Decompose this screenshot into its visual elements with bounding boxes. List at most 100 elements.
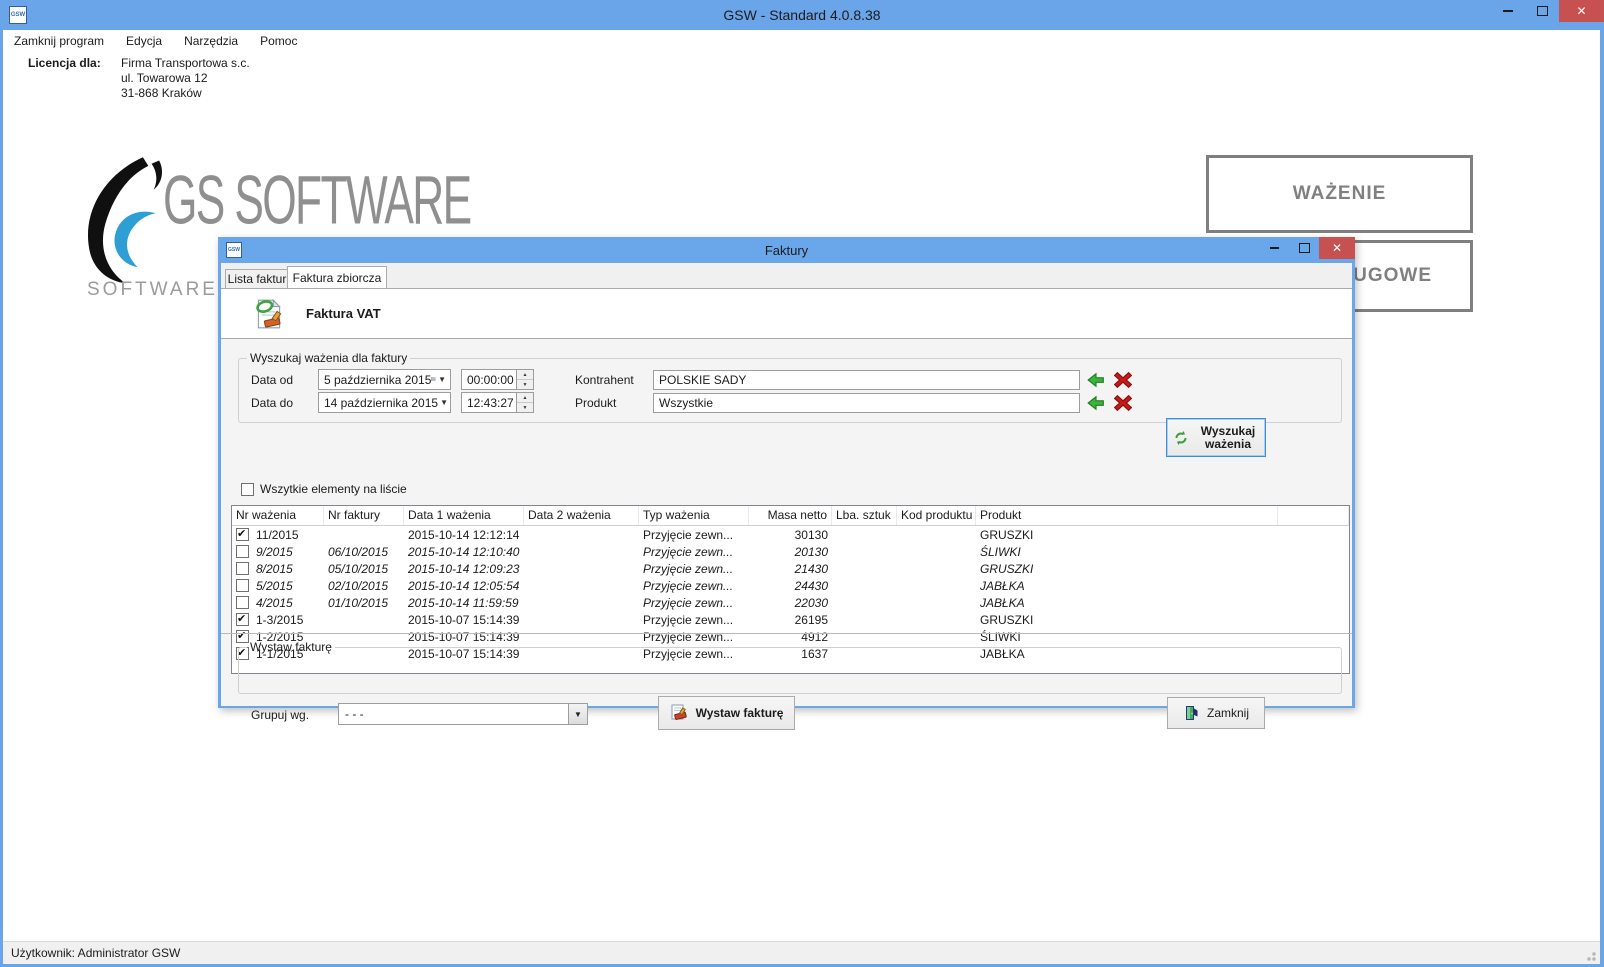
cell-typ: Przyjęcie zewn... bbox=[639, 596, 749, 610]
cell-data1: 2015-10-14 11:59:59 bbox=[404, 596, 524, 610]
table-row[interactable]: 5/201502/10/20152015-10-14 12:05:54Przyj… bbox=[232, 577, 1349, 594]
column-header-7[interactable]: Lba. sztuk bbox=[832, 506, 897, 525]
status-user-text: Użytkownik: Administrator GSW bbox=[11, 946, 180, 960]
cell-typ: Przyjęcie zewn... bbox=[639, 528, 749, 542]
spin-down-icon[interactable]: ▼ bbox=[517, 380, 533, 389]
menu-bar: Zamknij program Edycja Narzędzia Pomoc bbox=[3, 30, 1600, 52]
row-checkbox[interactable] bbox=[236, 545, 249, 558]
chevron-down-icon[interactable]: ▼ bbox=[440, 398, 448, 407]
cell-masa: 21430 bbox=[749, 562, 832, 576]
dialog-maximize-button[interactable] bbox=[1289, 237, 1319, 259]
maximize-button[interactable] bbox=[1525, 0, 1559, 22]
column-header-1[interactable]: Nr ważenia bbox=[232, 506, 324, 525]
column-header-5[interactable]: Typ ważenia bbox=[639, 506, 749, 525]
column-header-empty bbox=[1278, 506, 1349, 525]
column-header-3[interactable]: Data 1 ważenia bbox=[404, 506, 524, 525]
menu-pomoc[interactable]: Pomoc bbox=[249, 34, 308, 48]
row-checkbox[interactable] bbox=[236, 562, 249, 575]
column-header-8[interactable]: Kod produktu bbox=[897, 506, 976, 525]
chevron-down-icon[interactable]: ▼ bbox=[568, 704, 587, 724]
kontrahent-label: Kontrahent bbox=[575, 373, 634, 387]
tab-page: Faktura VAT Wyszukaj ważenia dla faktury… bbox=[221, 288, 1352, 706]
wystaw-fakture-button[interactable]: Wystaw fakturę bbox=[658, 696, 795, 730]
door-icon bbox=[1183, 705, 1199, 721]
cell-typ: Przyjęcie zewn... bbox=[639, 579, 749, 593]
menu-edycja[interactable]: Edycja bbox=[115, 34, 173, 48]
dialog-minimize-button[interactable] bbox=[1259, 237, 1289, 259]
row-checkbox[interactable] bbox=[236, 579, 249, 592]
resize-grip-icon bbox=[1584, 949, 1596, 961]
faktury-dialog: GSW Faktury ✕ Lista faktur Faktura zbior… bbox=[218, 237, 1355, 708]
table-row[interactable]: 8/201505/10/20152015-10-14 12:09:23Przyj… bbox=[232, 560, 1349, 577]
menu-zamknij-program[interactable]: Zamknij program bbox=[3, 34, 115, 48]
date-from-picker[interactable]: 5 października 2015 ▼ bbox=[318, 369, 451, 390]
cell-data1: 2015-10-14 12:12:14 bbox=[404, 528, 524, 542]
license-panel: Licencja dla: Firma Transportowa s.c. ul… bbox=[3, 51, 1600, 134]
dialog-close-button[interactable]: ✕ bbox=[1319, 237, 1355, 259]
produkt-input[interactable]: Wszystkie bbox=[653, 393, 1080, 413]
date-to-label: Data do bbox=[251, 396, 293, 410]
clear-kontrahent-x-icon[interactable] bbox=[1114, 371, 1132, 389]
group-by-label: Grupuj wg. bbox=[251, 708, 309, 722]
pick-kontrahent-arrow-icon[interactable] bbox=[1087, 371, 1105, 389]
titlebar: GSW GSW - Standard 4.0.8.38 ✕ bbox=[0, 0, 1604, 30]
logo-title: GS SOFTWARE bbox=[163, 161, 471, 240]
column-header-2[interactable]: Nr faktury bbox=[324, 506, 404, 525]
dialog-title: Faktury bbox=[218, 243, 1355, 258]
clear-produkt-x-icon[interactable] bbox=[1114, 394, 1132, 412]
minimize-button[interactable] bbox=[1491, 0, 1525, 22]
tab-strip: Lista faktur Faktura zbiorcza bbox=[221, 265, 1352, 288]
zamknij-button[interactable]: Zamknij bbox=[1167, 697, 1265, 729]
spin-down-icon[interactable]: ▼ bbox=[517, 403, 533, 412]
license-lines: Firma Transportowa s.c. ul. Towarowa 12 … bbox=[121, 56, 250, 101]
row-checkbox[interactable] bbox=[236, 528, 249, 541]
status-bar: Użytkownik: Administrator GSW bbox=[3, 941, 1600, 964]
stamp-icon bbox=[670, 704, 688, 722]
time-from-field[interactable]: 00:00:00 ▲▼ bbox=[461, 369, 534, 390]
cell-produkt: GRUSZKI bbox=[976, 528, 1278, 542]
spin-up-icon[interactable]: ▲ bbox=[517, 393, 533, 403]
table-row[interactable]: 11/20152015-10-14 12:12:14Przyjęcie zewn… bbox=[232, 526, 1349, 543]
date-to-picker[interactable]: 14 października 2015 ▼ bbox=[318, 392, 451, 413]
cell-faktura: 01/10/2015 bbox=[324, 596, 404, 610]
tab-faktura-zbiorcza[interactable]: Faktura zbiorcza bbox=[287, 266, 387, 288]
table-row[interactable]: 4/201501/10/20152015-10-14 11:59:59Przyj… bbox=[232, 594, 1349, 611]
table-header: Nr ważeniaNr fakturyData 1 ważeniaData 2… bbox=[232, 506, 1349, 526]
date-from-label: Data od bbox=[251, 373, 293, 387]
cell-produkt: ŚLIWKI bbox=[976, 545, 1278, 559]
time-from-spinner[interactable]: ▲▼ bbox=[516, 370, 533, 389]
cell-typ: Przyjęcie zewn... bbox=[639, 562, 749, 576]
select-all-label: Wszytkie elementy na liście bbox=[260, 482, 407, 496]
select-all-checkbox[interactable] bbox=[241, 483, 254, 496]
cell-masa: 22030 bbox=[749, 596, 832, 610]
kontrahent-input[interactable]: POLSKIE SADY bbox=[653, 370, 1080, 390]
time-to-field[interactable]: 12:43:27 ▲▼ bbox=[461, 392, 534, 413]
window-title: GSW - Standard 4.0.8.38 bbox=[0, 7, 1604, 23]
banner-title: Faktura VAT bbox=[306, 306, 381, 321]
wazenie-button[interactable]: WAŻENIE bbox=[1206, 155, 1473, 233]
chevron-down-icon[interactable]: ▼ bbox=[438, 375, 446, 384]
row-checkbox[interactable] bbox=[236, 596, 249, 609]
close-button[interactable]: ✕ bbox=[1559, 0, 1604, 22]
table-row[interactable]: 1-3/20152015-10-07 15:14:39Przyjęcie zew… bbox=[232, 611, 1349, 628]
cell-masa: 26195 bbox=[749, 613, 832, 627]
wyszukaj-wazenia-button[interactable]: Wyszukaj ważenia bbox=[1166, 418, 1266, 457]
pick-produkt-arrow-icon[interactable] bbox=[1087, 394, 1105, 412]
column-header-6[interactable]: Masa netto bbox=[749, 506, 832, 525]
issue-groupbox: Wystaw fakturę bbox=[238, 640, 1342, 694]
spin-up-icon[interactable]: ▲ bbox=[517, 370, 533, 380]
cell-masa: 30130 bbox=[749, 528, 832, 542]
menu-narzedzia[interactable]: Narzędzia bbox=[173, 34, 249, 48]
time-to-spinner[interactable]: ▲▼ bbox=[516, 393, 533, 412]
main-window: GSW GSW - Standard 4.0.8.38 ✕ Zamknij pr… bbox=[0, 0, 1604, 967]
calendar-icon[interactable] bbox=[431, 377, 436, 381]
column-header-4[interactable]: Data 2 ważenia bbox=[524, 506, 639, 525]
table-row[interactable]: 9/201506/10/20152015-10-14 12:10:40Przyj… bbox=[232, 543, 1349, 560]
cell-data1: 2015-10-14 12:09:23 bbox=[404, 562, 524, 576]
tab-lista-faktur[interactable]: Lista faktur bbox=[225, 269, 289, 288]
cell-produkt: GRUSZKI bbox=[976, 613, 1278, 627]
cell-data1: 2015-10-07 15:14:39 bbox=[404, 613, 524, 627]
column-header-9[interactable]: Produkt bbox=[976, 506, 1278, 525]
group-by-select[interactable]: - - - ▼ bbox=[338, 703, 588, 725]
row-checkbox[interactable] bbox=[236, 613, 249, 626]
